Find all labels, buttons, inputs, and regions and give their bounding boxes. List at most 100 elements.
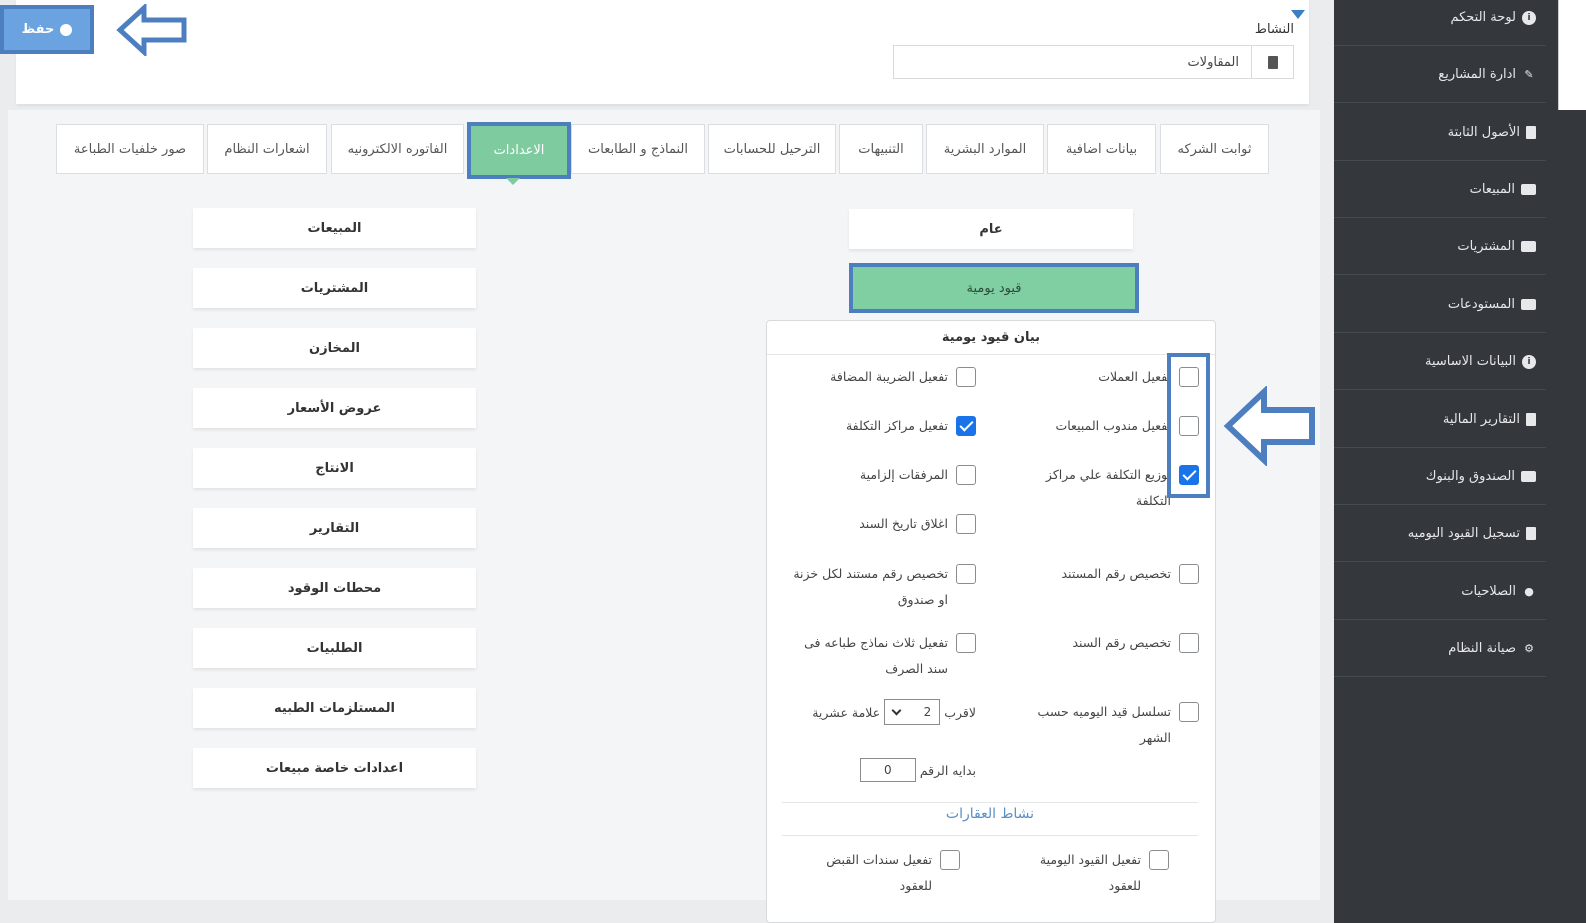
rounding-setting: لاقرب 2 علامة عشرية [812, 699, 976, 725]
settings-section-reports[interactable]: التقارير [193, 508, 476, 548]
settings-section-purchases[interactable]: المشتريات [193, 268, 476, 308]
settings-section-sales[interactable]: المبيعات [193, 208, 476, 248]
checkbox[interactable] [956, 416, 976, 436]
option-mandatory-attachments[interactable]: المرفقات إلزامية [796, 462, 976, 488]
section-label: قيود يومية [966, 280, 1022, 296]
tab-e-invoice[interactable]: الفاتوره الالكترونيه [331, 124, 464, 174]
option-custom-voucher-number[interactable]: تخصيص رقم السند [1039, 630, 1199, 656]
general-settings-button[interactable]: عام [849, 209, 1133, 249]
option-three-print-forms[interactable]: تفعيل ثلاث نماذج طباعه فى سند الصرف [780, 630, 976, 682]
settings-section-quotations[interactable]: عروض الأسعار [193, 388, 476, 428]
section-label: الانتاج [315, 460, 354, 476]
option-label: المرفقات إلزامية [859, 467, 948, 482]
section-label: المبيعات [307, 220, 362, 236]
panel-title: بيان قيود يومية [767, 321, 1215, 355]
option-custom-document-number[interactable]: تخصيص رقم المستند [1039, 561, 1199, 587]
info-icon: i [1522, 354, 1536, 369]
option-label: تفعيل القيود اليومية للعقود [1039, 852, 1141, 893]
sidebar-item-cash-banks[interactable]: الصندوق والبنوك [1334, 449, 1546, 505]
checkbox[interactable] [1179, 564, 1199, 584]
user-lock-icon: ● [1524, 585, 1534, 598]
option-label: تفعيل مندوب المبيعات [1055, 418, 1171, 433]
save-button[interactable]: حفظ [0, 5, 94, 54]
settings-section-medical-supplies[interactable]: المستلزمات الطبيه [193, 688, 476, 728]
start-number-value: 0 [884, 763, 892, 777]
rounding-select[interactable]: 2 [884, 699, 941, 725]
tab-label: الموارد البشرية [943, 141, 1027, 157]
settings-section-production[interactable]: الانتاج [193, 448, 476, 488]
section-label: عام [979, 221, 1003, 237]
document-icon [1526, 126, 1536, 139]
option-label: تسلسل قيد اليوميه حسب الشهر [1037, 704, 1171, 745]
checkbox[interactable] [956, 514, 976, 534]
divider [782, 802, 1198, 803]
checkbox[interactable] [1179, 633, 1199, 653]
option-label: تفعيل سندات القبض للعقود [826, 852, 932, 893]
sidebar-item-journal-entries[interactable]: تسجيل القيود اليوميه [1334, 506, 1546, 562]
sidebar-item-financial-reports[interactable]: التقارير المالية [1334, 392, 1546, 448]
checkbox[interactable] [940, 850, 960, 870]
tab-label: الترحيل للحسابات [723, 141, 821, 157]
option-label: اغلاق تاريخ السند [859, 516, 948, 531]
section-label: المشتريات [300, 280, 369, 296]
tab-label: بيانات اضافية [1065, 141, 1138, 157]
option-journal-sequence-by-month[interactable]: تسلسل قيد اليوميه حسب الشهر [1019, 699, 1199, 751]
rounding-value: 2 [923, 705, 932, 719]
sidebar-item-projects[interactable]: ✎ ادارة المشاريع [1334, 47, 1546, 103]
tab-additional-data[interactable]: بيانات اضافية [1047, 124, 1156, 174]
side-scroll-strip [1558, 0, 1586, 110]
option-realestate-receipts[interactable]: تفعيل سندات القبض للعقود [810, 847, 960, 899]
tab-posting-accounts[interactable]: الترحيل للحسابات [708, 124, 836, 174]
tab-system-notifications[interactable]: اشعارات النظام [207, 124, 327, 174]
option-enable-cost-centers[interactable]: تفعيل مراكز التكلفة [796, 413, 976, 439]
start-number-input[interactable]: 0 [859, 758, 916, 782]
chevron-down-icon [891, 705, 902, 715]
filter-icon[interactable] [1291, 10, 1305, 19]
section-label: عروض الأسعار [287, 400, 382, 416]
settings-section-special-sales[interactable]: اعدادات خاصة مبيعات [193, 748, 476, 788]
option-close-voucher-date[interactable]: اغلاق تاريخ السند [796, 511, 976, 537]
sidebar-item-label: الصلاحيات [1461, 584, 1516, 599]
option-label: تفعيل ثلاث نماذج طباعه فى سند الصرف [804, 635, 948, 676]
sidebar-item-fixed-assets[interactable]: الأصول الثابتة [1334, 105, 1546, 161]
journal-settings-button[interactable]: قيود يومية [849, 263, 1139, 313]
option-label: تخصيص رقم المستند [1061, 566, 1171, 581]
checkbox[interactable] [1179, 702, 1199, 722]
tab-alerts[interactable]: التنبيهات [839, 124, 923, 174]
checkbox[interactable] [956, 564, 976, 584]
sidebar-item-label: المبيعات [1469, 182, 1515, 197]
option-realestate-journal[interactable]: تفعيل القيود اليومية للعقود [1019, 847, 1169, 899]
sidebar-item-sales[interactable]: المبيعات [1334, 162, 1546, 218]
tab-human-resources[interactable]: الموارد البشرية [926, 124, 1044, 174]
section-label: التقارير [309, 520, 360, 536]
settings-section-fuel-stations[interactable]: محطات الوقود [193, 568, 476, 608]
sidebar-item-purchases[interactable]: المشتريات [1334, 219, 1546, 275]
tab-print-backgrounds[interactable]: صور خلفيات الطباعة [56, 124, 204, 174]
tab-forms-printers[interactable]: النماذج و الطابعات [571, 124, 705, 174]
checkbox[interactable] [956, 633, 976, 653]
option-document-number-per-safe[interactable]: تخصيص رقم مستند لكل خزنة او صندوق [780, 561, 976, 613]
sidebar-item-warehouses[interactable]: المستودعات [1334, 277, 1546, 333]
truck-icon [1521, 184, 1536, 195]
section-label: الطلبيات [306, 640, 363, 656]
checkbox[interactable] [1149, 850, 1169, 870]
sidebar-item-label: ادارة المشاريع [1438, 67, 1516, 82]
sidebar-item-basic-data[interactable]: i البيانات الاساسية [1334, 334, 1546, 390]
option-enable-vat[interactable]: تفعيل الضريبة المضافة [796, 364, 976, 390]
settings-section-orders[interactable]: الطلبيات [193, 628, 476, 668]
checkbox[interactable] [956, 465, 976, 485]
sidebar-item-permissions[interactable]: ● الصلاحيات [1334, 564, 1546, 620]
sidebar-item-dashboard[interactable]: i لوحة التحكم [1334, 0, 1546, 46]
activity-field[interactable]: المقاولات [893, 45, 1294, 79]
sidebar-item-label: المستودعات [1447, 297, 1515, 312]
tab-company-constants[interactable]: ثوابت الشركه [1160, 124, 1269, 174]
checkbox[interactable] [956, 367, 976, 387]
settings-section-warehouses[interactable]: المخازن [193, 328, 476, 368]
gear-icon: ⚙ [1524, 642, 1534, 655]
tab-label: ثوابت الشركه [1177, 141, 1252, 157]
sidebar-item-system-maintenance[interactable]: ⚙ صيانة النظام [1334, 621, 1546, 677]
option-label: تفعيل العملات [1098, 369, 1171, 384]
tab-settings[interactable]: الاعدادات [467, 122, 571, 179]
sidebar-item-label: التقارير المالية [1442, 412, 1520, 427]
activity-label: النشاط [1254, 22, 1294, 37]
